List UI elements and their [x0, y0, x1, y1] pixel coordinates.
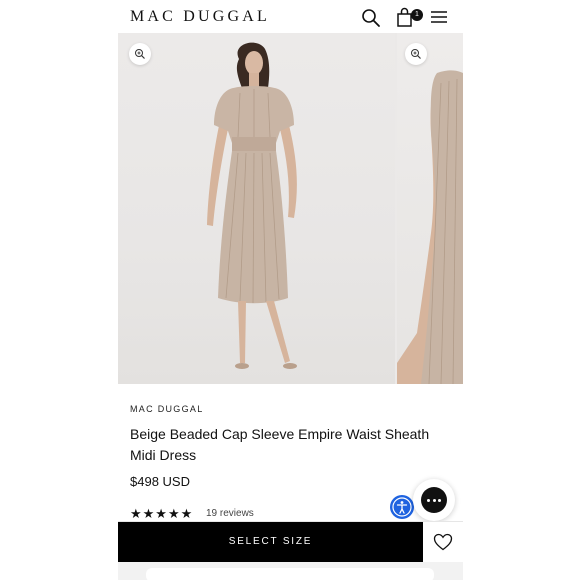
product-price: $498 USD: [130, 474, 190, 489]
next-section-peek: [118, 562, 463, 580]
accessibility-icon[interactable]: [390, 495, 414, 519]
dress-model-illustration: [207, 42, 297, 369]
chat-icon[interactable]: [413, 479, 455, 521]
sticky-action-bar: SELECT SIZE: [118, 521, 463, 562]
zoom-in-icon[interactable]: [129, 43, 151, 65]
reviews-link[interactable]: 19 reviews: [206, 508, 254, 519]
select-size-button[interactable]: SELECT SIZE: [118, 522, 423, 562]
product-title: Beige Beaded Cap Sleeve Empire Waist She…: [130, 426, 430, 463]
cart-count-badge: 1: [411, 9, 423, 21]
product-image-gallery[interactable]: [118, 33, 463, 384]
product-page: MAC DUGGAL 1 MAC DUGGAL Beige Beaded Cap…: [118, 0, 463, 580]
product-image-next[interactable]: [397, 33, 463, 384]
content-card: [146, 568, 434, 580]
zoom-in-icon[interactable]: [405, 43, 427, 65]
heart-icon[interactable]: [423, 522, 463, 562]
search-icon[interactable]: [360, 6, 382, 28]
product-image-main[interactable]: [118, 33, 395, 384]
chat-bubble: [421, 487, 447, 513]
hamburger-menu-icon[interactable]: [428, 6, 450, 28]
dress-detail-illustration: [397, 70, 463, 384]
star-rating[interactable]: ★★★★★: [130, 506, 193, 522]
product-brand[interactable]: MAC DUGGAL: [130, 404, 204, 414]
brand-logo[interactable]: MAC DUGGAL: [130, 8, 270, 26]
site-header: MAC DUGGAL 1: [118, 0, 463, 32]
